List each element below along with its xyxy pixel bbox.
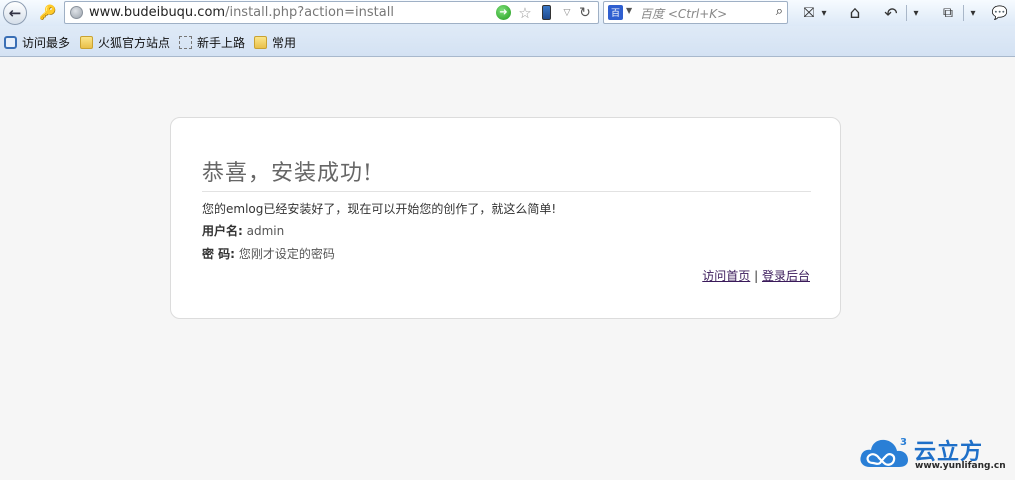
bookmark-getting-started[interactable]: 新手上路 xyxy=(179,33,245,51)
watermark-superscript: 3 xyxy=(900,437,907,448)
folder-icon xyxy=(254,35,267,49)
undo-dropdown-icon[interactable]: ▾ xyxy=(910,3,922,23)
bookmark-firefox-site[interactable]: 火狐官方站点 xyxy=(80,33,170,51)
bookmark-label: 访问最多 xyxy=(22,35,71,50)
toolbar-separator xyxy=(906,5,907,21)
chat-bubble-icon[interactable]: 💬 xyxy=(990,3,1010,23)
reload-icon[interactable]: ↻ xyxy=(578,5,592,21)
bookmark-star-icon[interactable]: ☆ xyxy=(517,4,533,22)
password-label: 密 码: xyxy=(202,247,235,261)
bookmark-label: 火狐官方站点 xyxy=(98,35,171,50)
bookmark-common[interactable]: 常用 xyxy=(254,33,296,51)
success-message: 您的emlog已经安装好了，现在可以开始您的创作了，就这么简单! xyxy=(202,202,557,216)
crop-dropdown-icon[interactable]: ▾ xyxy=(967,3,979,23)
globe-icon xyxy=(70,6,83,19)
url-text[interactable]: www.budeibuqu.com/install.php?action=ins… xyxy=(89,5,394,20)
most-visited-icon xyxy=(4,35,17,49)
back-arrow-icon: ← xyxy=(8,4,22,22)
cloud-logo-icon: 3 xyxy=(860,437,908,467)
username-value: admin xyxy=(246,224,285,238)
watermark: 3 云立方 www.yunlifang.cn xyxy=(858,432,1008,476)
mobile-device-icon[interactable] xyxy=(542,5,551,20)
bookmarks-dropdown-icon[interactable]: ▾ xyxy=(818,3,830,23)
toolbar-separator xyxy=(963,5,964,21)
site-identity-button[interactable]: 🔑 xyxy=(33,2,63,24)
url-bar[interactable]: www.budeibuqu.com/install.php?action=ins… xyxy=(64,1,599,24)
url-path: /install.php?action=install xyxy=(225,5,394,20)
page-title: 恭喜，安装成功! xyxy=(202,155,811,192)
admin-login-link[interactable]: 登录后台 xyxy=(762,269,810,283)
search-bar[interactable]: 百 ▼ 百度 <Ctrl+K> ⌕ xyxy=(603,1,788,24)
crop-icon[interactable]: ⧉ xyxy=(938,3,958,23)
key-icon: 🔑 xyxy=(39,5,57,21)
bookmark-label: 常用 xyxy=(272,35,297,50)
folder-icon xyxy=(80,35,93,49)
link-separator: | xyxy=(754,269,759,283)
search-magnifier-icon[interactable]: ⌕ xyxy=(776,4,783,19)
visit-home-link[interactable]: 访问首页 xyxy=(702,269,750,283)
navigation-toolbar: ← 🔑 www.budeibuqu.com/install.php?action… xyxy=(0,0,1015,26)
action-links: 访问首页 | 登录后台 xyxy=(702,267,810,284)
baidu-paw-icon[interactable]: 百 xyxy=(608,5,623,20)
search-engine-dropdown-icon[interactable]: ▼ xyxy=(626,6,632,15)
username-row: 用户名: admin xyxy=(202,222,284,239)
undo-icon[interactable]: ↶ xyxy=(881,3,901,23)
dashed-page-icon xyxy=(179,35,192,49)
bookmark-label: 新手上路 xyxy=(197,35,246,50)
search-input[interactable]: 百度 <Ctrl+K> xyxy=(640,5,727,22)
bookmark-most-visited[interactable]: 访问最多 xyxy=(4,33,70,51)
back-button[interactable]: ← xyxy=(3,1,27,25)
go-icon[interactable]: ➜ xyxy=(496,5,511,20)
password-row: 密 码: 您刚才设定的密码 xyxy=(202,245,335,262)
install-success-card: 恭喜，安装成功! 您的emlog已经安装好了，现在可以开始您的创作了，就这么简单… xyxy=(170,117,841,319)
username-label: 用户名: xyxy=(202,224,243,238)
watermark-url: www.yunlifang.cn xyxy=(915,461,1006,471)
bookmarks-menu-icon[interactable]: ⛝ xyxy=(800,3,818,23)
url-history-dropdown-icon[interactable]: ▽ xyxy=(562,5,572,21)
password-value: 您刚才设定的密码 xyxy=(238,247,335,261)
home-icon[interactable]: ⌂ xyxy=(845,3,865,23)
url-host: www.budeibuqu.com xyxy=(89,5,226,20)
